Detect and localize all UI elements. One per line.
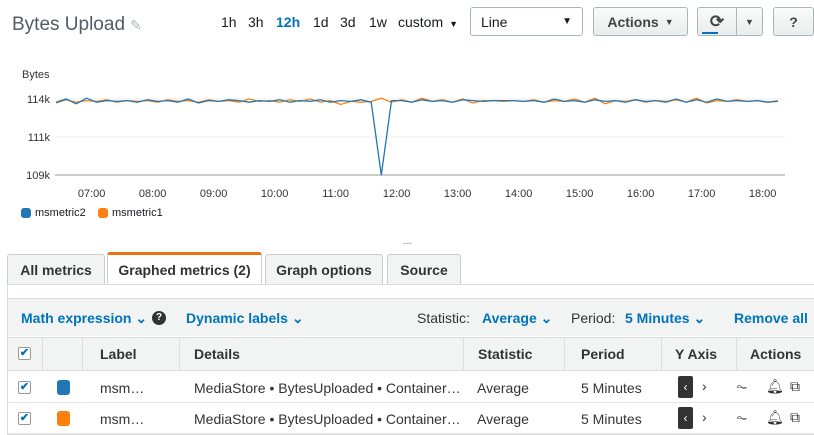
x-tick-label: 08:00	[139, 188, 167, 200]
period-value: 5 Minutes	[625, 310, 690, 326]
copy-icon[interactable]: ⧉	[790, 409, 800, 426]
legend-swatch	[98, 208, 108, 218]
chart-type-select[interactable]: Line ▼	[470, 7, 583, 36]
chevron-down-icon: ⌄	[693, 310, 706, 326]
row-statistic[interactable]: Average	[477, 411, 529, 427]
y-axis-left-button[interactable]: ‹	[678, 407, 693, 429]
chart-type-value: Line	[481, 14, 508, 30]
x-tick-label: 10:00	[261, 188, 289, 200]
y-axis-label: Bytes	[22, 69, 50, 81]
y-tick-label: 111k	[28, 132, 51, 144]
range-1h[interactable]: 1h	[221, 14, 237, 30]
caret-down-icon: ▼	[745, 16, 754, 27]
y-axis-right-button[interactable]: ›	[702, 409, 707, 425]
period-dropdown[interactable]: 5 Minutes ⌄	[625, 310, 705, 327]
x-tick-label: 12:00	[383, 188, 411, 200]
row-period[interactable]: 5 Minutes	[581, 380, 642, 396]
row-details: MediaStore • BytesUploaded • Container…	[194, 380, 461, 396]
help-icon: ?	[789, 13, 798, 30]
refresh-progress	[702, 32, 718, 34]
dynamic-labels-label: Dynamic labels	[186, 310, 288, 326]
statistic-value: Average	[482, 310, 537, 326]
refresh-button[interactable]: ⟳	[697, 7, 737, 36]
col-label[interactable]: Label	[100, 346, 137, 362]
col-details[interactable]: Details	[194, 346, 240, 362]
caret-down-icon: ▼	[562, 16, 572, 27]
help-button[interactable]: ?	[773, 7, 814, 36]
range-3d[interactable]: 3d	[340, 14, 356, 30]
period-label: Period:	[571, 310, 616, 326]
dynamic-labels-dropdown[interactable]: Dynamic labels ⌄	[186, 310, 304, 327]
select-all-checkbox[interactable]: ✔	[18, 347, 31, 360]
col-y-axis: Y Axis	[675, 346, 718, 362]
table-row: ✔ msm… MediaStore • BytesUploaded • Cont…	[8, 372, 814, 403]
row-label[interactable]: msm…	[100, 411, 144, 427]
x-tick-label: 18:00	[749, 188, 777, 200]
color-swatch[interactable]	[57, 411, 70, 426]
x-tick-label: 15:00	[566, 188, 594, 200]
legend-item-msmetric1[interactable]: msmetric1	[98, 207, 163, 219]
x-tick-label: 07:00	[78, 188, 106, 200]
statistic-dropdown[interactable]: Average ⌄	[482, 310, 552, 327]
x-tick-label: 14:00	[505, 188, 533, 200]
remove-all-button[interactable]: Remove all	[734, 310, 808, 326]
actions-button[interactable]: Actions ▼	[593, 7, 688, 36]
table-row: ✔ msm… MediaStore • BytesUploaded • Cont…	[8, 403, 814, 434]
row-checkbox[interactable]: ✔	[18, 412, 31, 425]
x-tick-label: 09:00	[200, 188, 228, 200]
bell-icon[interactable]: 🔔︎	[766, 378, 784, 395]
graph-metric-icon[interactable]: ⏦	[736, 409, 747, 426]
range-3h[interactable]: 3h	[248, 14, 264, 30]
chevron-down-icon: ⌄	[291, 310, 304, 326]
legend-label: msmetric2	[35, 207, 86, 219]
x-tick-label: 11:00	[322, 188, 349, 200]
copy-icon[interactable]: ⧉	[790, 378, 800, 395]
row-label[interactable]: msm…	[100, 380, 144, 396]
actions-label: Actions	[607, 13, 659, 30]
legend-swatch	[21, 208, 31, 218]
y-tick-label: 109k	[26, 170, 50, 182]
tab-graphed-metrics[interactable]: Graphed metrics (2)	[107, 252, 262, 284]
line-chart: Bytes 109k 111k 114k 07:00 08:00 09:00 10:00 11…	[22, 69, 785, 200]
x-tick-label: 17:00	[688, 188, 716, 200]
y-axis-left-button[interactable]: ‹	[678, 376, 693, 398]
row-checkbox[interactable]: ✔	[18, 381, 31, 394]
graph-title: Bytes Upload	[12, 14, 126, 35]
statistic-label: Statistic:	[417, 310, 470, 326]
refresh-options-button[interactable]: ▼	[736, 7, 763, 36]
range-1w[interactable]: 1w	[369, 14, 387, 30]
legend-item-msmetric2[interactable]: msmetric2	[21, 207, 86, 219]
tab-source[interactable]: Source	[387, 254, 461, 284]
tab-all-metrics[interactable]: All metrics	[7, 254, 105, 284]
col-statistic[interactable]: Statistic	[478, 346, 532, 362]
x-tick-label: 13:00	[444, 188, 472, 200]
row-details: MediaStore • BytesUploaded • Container…	[194, 411, 461, 427]
chevron-down-icon: ⌄	[540, 310, 553, 326]
row-statistic[interactable]: Average	[477, 380, 529, 396]
refresh-icon: ⟳	[709, 11, 725, 31]
legend-label: msmetric1	[112, 207, 163, 219]
caret-down-icon: ▼	[664, 16, 674, 27]
y-tick-label: 114k	[27, 94, 51, 106]
col-actions: Actions	[750, 346, 802, 362]
edit-title-icon[interactable]: ✎	[130, 17, 142, 34]
math-expression-dropdown[interactable]: Math expression ⌄	[21, 310, 147, 327]
resize-handle[interactable]: ---	[403, 238, 412, 248]
row-period[interactable]: 5 Minutes	[581, 411, 642, 427]
y-axis-right-button[interactable]: ›	[702, 378, 707, 394]
chevron-down-icon: ⌄	[135, 310, 148, 326]
caret-down-icon: ▼	[449, 19, 459, 29]
custom-label: custom	[398, 14, 444, 30]
tab-graph-options[interactable]: Graph options	[265, 254, 383, 284]
range-12h[interactable]: 12h	[276, 14, 300, 30]
color-swatch[interactable]	[57, 380, 70, 395]
math-expression-label: Math expression	[21, 310, 132, 326]
help-icon[interactable]: ?	[152, 311, 166, 325]
range-1d[interactable]: 1d	[313, 14, 329, 30]
col-period[interactable]: Period	[581, 346, 625, 362]
graph-metric-icon[interactable]: ⏦	[736, 378, 747, 395]
bell-icon[interactable]: 🔔︎	[766, 409, 784, 426]
x-tick-label: 16:00	[627, 188, 655, 200]
range-custom[interactable]: custom ▼	[398, 14, 458, 30]
